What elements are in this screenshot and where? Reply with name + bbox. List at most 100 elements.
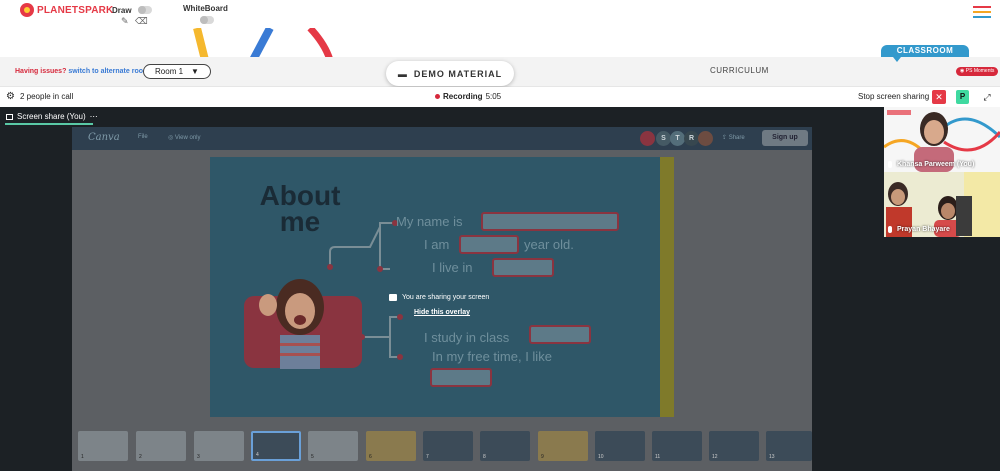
classroom-navbar: Having issues? switch to alternate room … (0, 57, 1000, 87)
sharing-overlay-message: You are sharing your screen (389, 294, 489, 301)
age-field (459, 235, 519, 254)
canva-avatar-t: T (670, 131, 685, 146)
stop-screen-sharing-label[interactable]: Stop screen sharing (858, 92, 929, 101)
pencil-icon[interactable]: ✎ (121, 16, 129, 27)
slide-thumbnails: 1 2 3 4 5 6 7 8 9 10 11 12 13 (78, 431, 812, 463)
participant-name-text: Prayan Bhayare (897, 226, 950, 233)
thumbnail-number: 7 (426, 454, 429, 460)
canva-file-menu[interactable]: File (138, 134, 148, 140)
draw-label: Draw (112, 6, 132, 15)
thumbnail-number: 9 (541, 454, 544, 460)
stop-share-close-icon[interactable]: ✕ (932, 90, 946, 104)
class-field (529, 325, 591, 344)
eraser-icon[interactable]: ⌫ (135, 16, 148, 27)
slide-line-year-old: year old. (524, 237, 574, 252)
microphone-icon[interactable] (888, 226, 892, 233)
slide-line-name: My name is (396, 214, 463, 229)
canva-signup-button[interactable]: Sign up (762, 130, 808, 146)
recording-indicator: Recording 5:05 (435, 92, 501, 101)
planetspark-logo: PLANETSPARK (20, 3, 113, 17)
slide-thumbnail[interactable]: 10 (595, 431, 645, 461)
screen-share-tab-label: Screen share (You) (17, 112, 86, 121)
slide-thumbnail-selected[interactable]: 4 (251, 431, 301, 461)
canva-view-only[interactable]: ◎ View only (168, 134, 201, 141)
city-field (492, 258, 554, 277)
thumbnail-number: 12 (712, 454, 718, 460)
thumbnail-number: 8 (483, 454, 486, 460)
participant-name-student: Prayan Bhayare (888, 226, 950, 233)
room-select-value: Room 1 (155, 67, 184, 76)
thumbnail-number: 1 (81, 454, 84, 460)
slide-thumbnail[interactable]: 12 (709, 431, 759, 461)
slide-thumbnail[interactable]: 11 (652, 431, 702, 461)
canva-share-button[interactable]: ⇪ Share (722, 134, 745, 141)
slide-thumbnail[interactable]: 13 (766, 431, 812, 461)
slide-line-age: I am (424, 237, 450, 252)
participant-tile-student[interactable]: Prayan Bhayare (884, 172, 1000, 237)
alternate-room-link[interactable]: switch to alternate room (68, 68, 149, 75)
canva-share-label: Share (728, 135, 745, 141)
more-options-icon[interactable]: ⋯ (90, 112, 98, 121)
ps-moments-label: PS Moments (965, 68, 995, 74)
slide-line-free-time: In my free time, I like (432, 349, 552, 364)
slide-line-live: I live in (432, 260, 473, 275)
slide-thumbnail[interactable]: 7 (423, 431, 473, 461)
slide-thumbnail[interactable]: 5 (308, 431, 358, 461)
thumbnail-number: 5 (311, 454, 314, 460)
thumbnail-number: 6 (369, 454, 372, 460)
slide-thumbnail[interactable]: 9 (538, 431, 588, 461)
participant-tile-self[interactable]: Khansa Parweem (You) (884, 107, 1000, 172)
fullscreen-icon[interactable]: ⤢ (981, 90, 993, 104)
brand-name: PLANETSPARK (37, 4, 114, 16)
classroom-tab[interactable]: CLASSROOM (881, 45, 969, 62)
hide-overlay-link[interactable]: Hide this overlay (414, 309, 470, 316)
hobby-field (430, 368, 492, 387)
sharing-message-text: You are sharing your screen (402, 294, 490, 301)
thumbnail-number: 2 (139, 454, 142, 460)
draw-toggle[interactable] (138, 6, 152, 14)
canva-avatar-s: S (656, 131, 671, 146)
slide-thumbnail[interactable]: 3 (194, 431, 244, 461)
issue-text: Having issues? (15, 68, 67, 75)
room-select[interactable]: Room 1 ▼ (143, 64, 211, 79)
menu-icon[interactable] (973, 6, 991, 18)
participant-avatar[interactable]: P (956, 90, 969, 104)
slide-thumbnail[interactable]: 8 (480, 431, 530, 461)
planet-icon (20, 3, 34, 17)
screen-share-stage: Screen share (You) ⋯ Canva File ◎ View o… (0, 107, 884, 471)
canva-avatar-extra (698, 131, 713, 146)
people-in-call: 2 people in call (19, 92, 74, 101)
upload-icon: ⇪ (722, 135, 728, 141)
microphone-icon[interactable] (888, 161, 892, 168)
demo-material-label: DEMO MATERIAL (413, 68, 503, 79)
ps-moments-button[interactable]: ◉ PS Moments (956, 67, 999, 76)
canva-header: Canva File ◎ View only S T R ⇪ Share Sig… (72, 127, 812, 150)
thumbnail-number: 4 (256, 452, 259, 458)
canva-avatar-r: R (684, 131, 699, 146)
dropdown-arrow-icon: ▼ (191, 67, 199, 76)
name-field (481, 212, 619, 231)
canva-logo: Canva (88, 132, 120, 143)
settings-gear-icon[interactable]: ⚙ (6, 91, 15, 102)
girl-photo (259, 279, 324, 369)
whiteboard-label: WhiteBoard (183, 4, 228, 13)
call-bar: ⚙ 2 people in call Recording 5:05 Stop s… (0, 87, 1000, 107)
screen-share-icon (6, 113, 13, 120)
curriculum-tab[interactable]: CURRICULUM (710, 66, 769, 75)
slide-thumbnail[interactable]: 2 (136, 431, 186, 461)
screen-share-tab[interactable]: Screen share (You) ⋯ (6, 112, 98, 121)
participant-name-text: Khansa Parweem (You) (897, 161, 975, 168)
recording-label: Recording (443, 92, 483, 101)
whiteboard-toggle[interactable] (200, 16, 214, 24)
slide-thumbnail[interactable]: 1 (78, 431, 128, 461)
top-toolbar: PLANETSPARK Draw ✎ ⌫ WhiteBoard (0, 0, 1000, 30)
issue-notice: Having issues? switch to alternate room (15, 68, 149, 75)
slide-thumbnail[interactable]: 6 (366, 431, 416, 461)
participant-name-self: Khansa Parweem (You) (888, 161, 974, 168)
folder-icon: ▬ (397, 68, 408, 79)
demo-material-button[interactable]: ▬ DEMO MATERIAL (386, 61, 514, 86)
decorative-arcs (193, 28, 334, 60)
slide-line-class: I study in class (424, 330, 510, 345)
camera-icon: ◉ (960, 68, 965, 74)
thumbnail-number: 13 (769, 454, 775, 460)
